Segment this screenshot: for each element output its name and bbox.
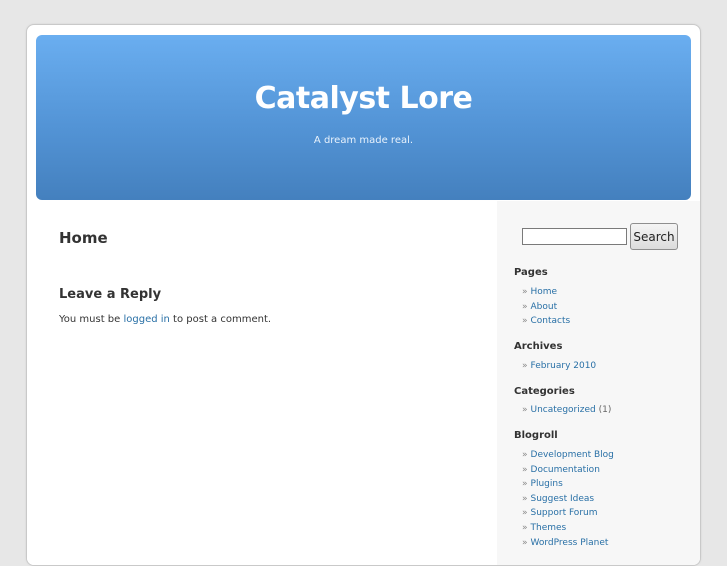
blogroll-link-wordpress-planet[interactable]: WordPress Planet xyxy=(531,538,609,548)
pages-widget-title: Pages xyxy=(514,267,548,278)
page-wrapper: Catalyst Lore A dream made real. Home Le… xyxy=(26,24,701,566)
list-item: » Contacts xyxy=(522,314,570,329)
list-item: » Documentation xyxy=(522,463,614,478)
blogroll-link-suggest-ideas[interactable]: Suggest Ideas xyxy=(531,494,595,504)
must-login-notice: You must be logged in to post a comment. xyxy=(59,314,271,325)
archives-widget-title: Archives xyxy=(514,341,563,352)
archive-link-february-2010[interactable]: February 2010 xyxy=(531,361,597,371)
page-link-about[interactable]: About xyxy=(531,302,558,312)
sidebar: Search Pages » Home » About » Contacts Arch… xyxy=(497,201,700,565)
blogroll-link-support-forum[interactable]: Support Forum xyxy=(531,508,598,518)
bullet: » xyxy=(522,301,528,312)
bullet: » xyxy=(522,522,528,533)
category-link-uncategorized[interactable]: Uncategorized xyxy=(531,405,596,415)
blogroll-widget-title: Blogroll xyxy=(514,430,558,441)
blogroll-link-themes[interactable]: Themes xyxy=(531,523,567,533)
bullet: » xyxy=(522,316,528,327)
list-item: » Themes xyxy=(522,521,614,536)
list-item: » February 2010 xyxy=(522,359,596,374)
reply-title: Leave a Reply xyxy=(59,287,162,302)
bullet: » xyxy=(522,493,528,504)
main-content: Home Leave a Reply You must be logged in… xyxy=(27,201,497,565)
list-item: » Plugins xyxy=(522,477,614,492)
bullet: » xyxy=(522,537,528,548)
bullet: » xyxy=(522,464,528,475)
list-item: » Home xyxy=(522,285,570,300)
categories-list: » Uncategorized (1) xyxy=(522,403,611,418)
blogroll-link-development-blog[interactable]: Development Blog xyxy=(531,450,614,460)
logged-in-link[interactable]: logged in xyxy=(123,314,169,325)
page-title: Home xyxy=(59,229,108,247)
blog-description: A dream made real. xyxy=(313,135,414,146)
categories-widget-title: Categories xyxy=(514,386,575,397)
archives-list: » February 2010 xyxy=(522,359,596,374)
list-item: » WordPress Planet xyxy=(522,536,614,551)
site-header: Catalyst Lore A dream made real. xyxy=(36,35,691,200)
pages-list: » Home » About » Contacts xyxy=(522,285,570,329)
bullet: » xyxy=(522,287,528,297)
list-item: » Suggest Ideas xyxy=(522,492,614,507)
bullet: » xyxy=(522,405,528,415)
bullet: » xyxy=(522,361,528,371)
blogroll-link-plugins[interactable]: Plugins xyxy=(531,479,563,489)
blogroll-list: » Development Blog » Documentation » Plugin… xyxy=(522,448,614,550)
list-item: » Uncategorized (1) xyxy=(522,403,611,418)
must-login-prefix: You must be xyxy=(59,314,124,325)
search-input[interactable] xyxy=(522,228,627,245)
blogroll-link-documentation[interactable]: Documentation xyxy=(531,465,600,475)
must-login-suffix: to post a comment. xyxy=(169,314,272,325)
list-item: » Development Blog xyxy=(522,448,614,463)
blog-title[interactable]: Catalyst Lore xyxy=(36,81,691,116)
page-link-home[interactable]: Home xyxy=(531,287,558,297)
bullet: » xyxy=(522,508,528,519)
page-link-contacts[interactable]: Contacts xyxy=(531,316,571,326)
search-button[interactable]: Search xyxy=(630,223,678,250)
list-item: » Support Forum xyxy=(522,506,614,521)
bullet: » xyxy=(522,450,528,460)
bullet: » xyxy=(522,479,528,490)
list-item: » About xyxy=(522,300,570,315)
category-count: (1) xyxy=(598,405,612,415)
